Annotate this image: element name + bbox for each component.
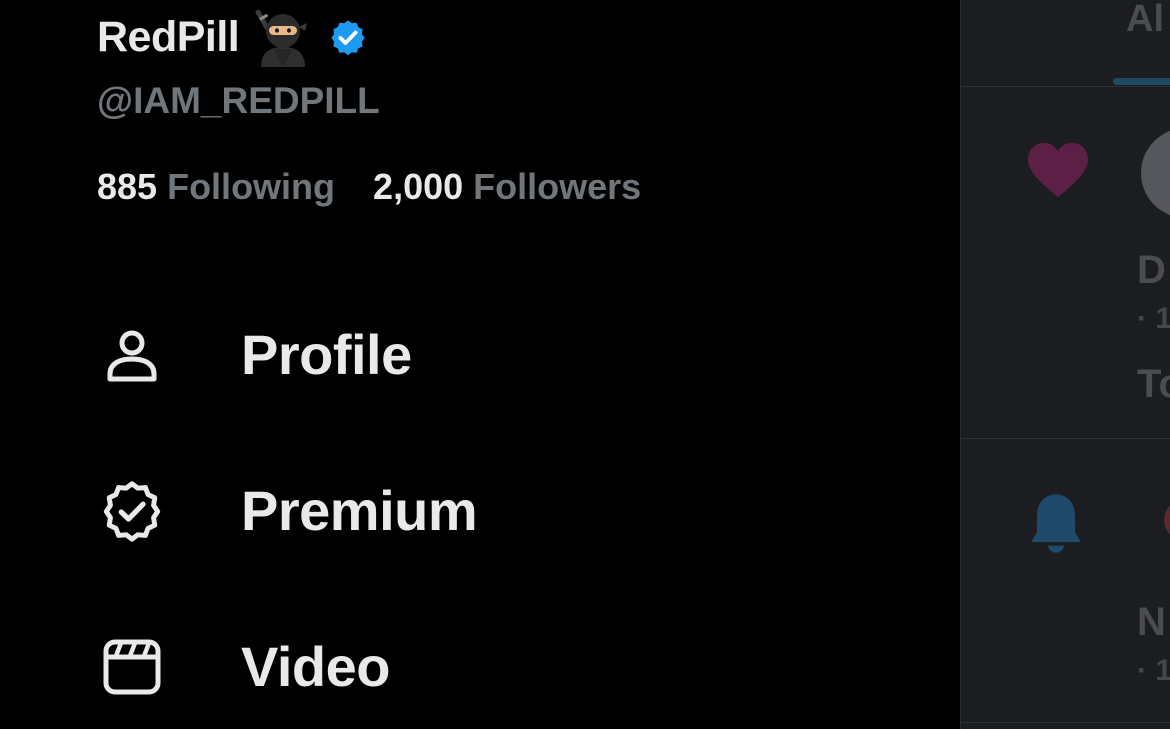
follow-stats: 885 Following 2,000 Followers: [97, 166, 641, 208]
menu-item-premium[interactable]: Premium: [97, 460, 657, 560]
verified-badge-outline-icon: [103, 481, 161, 542]
display-name[interactable]: RedPill: [97, 13, 240, 62]
notification-author: D: [1137, 248, 1166, 292]
ninja-emoji-icon: [255, 9, 308, 67]
avatar[interactable]: [1164, 500, 1170, 540]
tab-all[interactable]: Al: [1126, 0, 1164, 41]
menu-item-video[interactable]: Video: [97, 616, 657, 716]
notifications-panel-dimmed[interactable]: Al D · 1 To N · 1: [960, 0, 1170, 729]
divider: [961, 722, 1170, 723]
following-count: 885: [97, 166, 158, 207]
profile-name-row[interactable]: RedPill: [97, 6, 367, 68]
tab-active-indicator: [1113, 78, 1170, 85]
menu-label-premium: Premium: [241, 478, 478, 542]
person-icon: [107, 330, 157, 382]
menu-label-profile: Profile: [241, 322, 412, 386]
notification-meta: · 1: [1137, 654, 1170, 687]
followers-count: 2,000: [373, 166, 464, 207]
menu-item-profile[interactable]: Profile: [97, 304, 657, 404]
avatar[interactable]: [1141, 128, 1170, 218]
notification-meta: · 1: [1137, 302, 1170, 335]
verified-badge-icon: [331, 20, 365, 56]
bell-icon: [1030, 494, 1082, 553]
heart-icon: [1028, 142, 1088, 198]
followers-label: Followers: [473, 166, 642, 207]
followers-link[interactable]: 2,000 Followers: [373, 166, 641, 208]
profile-handle[interactable]: @IAM_REDPILL: [97, 80, 380, 122]
notification-text: To: [1137, 362, 1170, 406]
divider: [961, 438, 1170, 439]
notification-author: N: [1137, 600, 1166, 644]
following-label: Following: [167, 166, 336, 207]
menu-label-video: Video: [241, 634, 390, 698]
side-drawer: RedPill @IAM_REDPILL 885 Following 2,000…: [0, 0, 960, 729]
following-link[interactable]: 885 Following: [97, 166, 335, 208]
video-clapper-icon: [103, 639, 161, 695]
app-screen: Al D · 1 To N · 1 RedPill: [0, 0, 1170, 729]
divider: [961, 86, 1170, 87]
